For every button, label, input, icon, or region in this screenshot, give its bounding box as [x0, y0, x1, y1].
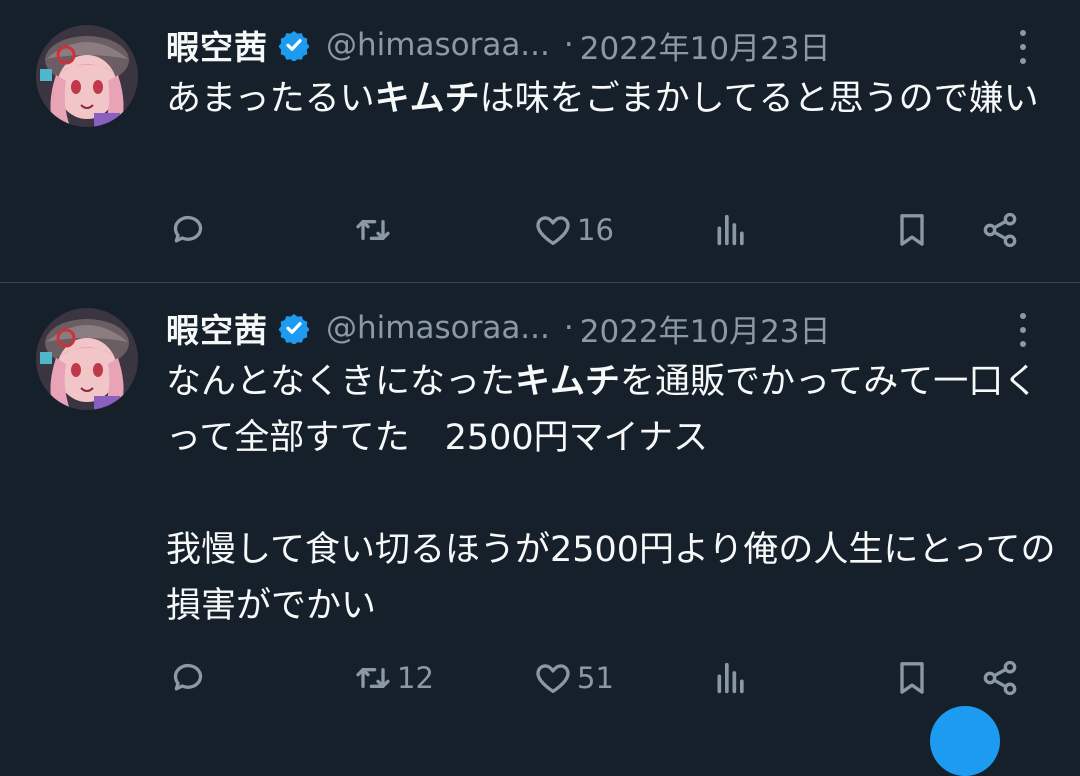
meta-separator: · — [563, 310, 574, 346]
tweet-paragraph: 我慢して食い切るほうが2500円より俺の人生にとっての損害がでかい — [166, 530, 1056, 626]
text-part: あまったるい — [166, 79, 375, 119]
bookmark-icon — [900, 214, 924, 246]
retweet-button[interactable]: 12 — [353, 653, 434, 703]
like-count: 51 — [577, 661, 614, 695]
bookmark-icon — [900, 662, 924, 694]
tweet[interactable]: 暇空茜 @himasoraa... · 2022年10月23日 なんとなくきにな… — [0, 283, 1080, 715]
author-handle[interactable]: @himasoraa... — [326, 310, 550, 346]
author-name[interactable]: 暇空茜 — [166, 304, 268, 352]
tweet-paragraph: あまったるいキムチは味をごまかしてると思うので嫌い — [166, 71, 1056, 127]
tweet-text: なんとなくきになったキムチを通販でかってみて一口くって全部すてた 2500円マイ… — [166, 354, 1056, 634]
reply-icon — [173, 663, 203, 691]
highlighted-keyword: キムチ — [374, 79, 480, 119]
reply-icon — [173, 215, 203, 243]
tweet-date[interactable]: 2022年10月23日 — [580, 306, 831, 351]
more-vertical-icon[interactable] — [1016, 30, 1030, 64]
share-icon — [983, 212, 1017, 248]
retweet-icon — [356, 220, 390, 240]
author-handle[interactable]: @himasoraa... — [326, 27, 550, 63]
retweet-button[interactable] — [353, 205, 397, 255]
share-button[interactable] — [980, 205, 1020, 255]
compose-fab[interactable] — [930, 706, 1000, 776]
views-button[interactable] — [711, 653, 751, 703]
retweet-count: 12 — [397, 661, 434, 695]
bookmark-button[interactable] — [892, 205, 932, 255]
more-vertical-icon[interactable] — [1016, 313, 1030, 347]
tweet[interactable]: 暇空茜 @himasoraa... · 2022年10月23日 あまったるいキム… — [0, 0, 1080, 282]
tweet-header: 暇空茜 @himasoraa... · 2022年10月23日 — [166, 22, 1046, 68]
text-part: は味をごまかしてると思うので嫌い — [479, 79, 1039, 119]
meta-separator: · — [563, 27, 574, 63]
text-part: なんとなくきになった — [166, 362, 515, 402]
tweet-text: あまったるいキムチは味をごまかしてると思うので嫌い — [166, 71, 1056, 127]
author-name[interactable]: 暇空茜 — [166, 21, 268, 69]
share-button[interactable] — [980, 653, 1020, 703]
share-icon — [983, 660, 1017, 696]
like-button[interactable]: 51 — [533, 653, 614, 703]
bookmark-button[interactable] — [892, 653, 932, 703]
avatar[interactable] — [36, 25, 138, 127]
verified-badge-icon — [278, 312, 310, 344]
retweet-icon — [356, 668, 390, 688]
tweet-header: 暇空茜 @himasoraa... · 2022年10月23日 — [166, 305, 1046, 351]
views-chart-icon — [717, 662, 744, 694]
highlighted-keyword: キムチ — [514, 362, 620, 402]
reply-button[interactable] — [168, 653, 212, 703]
verified-badge-icon — [278, 29, 310, 61]
action-bar: 12 51 — [0, 653, 1080, 703]
like-button[interactable]: 16 — [533, 205, 614, 255]
reply-button[interactable] — [168, 205, 212, 255]
views-button[interactable] — [711, 205, 751, 255]
views-chart-icon — [717, 214, 744, 246]
tweet-paragraph: なんとなくきになったキムチを通販でかってみて一口くって全部すてた 2500円マイ… — [166, 354, 1056, 466]
avatar[interactable] — [36, 308, 138, 410]
heart-icon — [536, 216, 570, 245]
tweet-date[interactable]: 2022年10月23日 — [580, 23, 831, 68]
action-bar: 16 — [0, 205, 1080, 255]
heart-icon — [536, 664, 570, 693]
like-count: 16 — [577, 213, 614, 247]
